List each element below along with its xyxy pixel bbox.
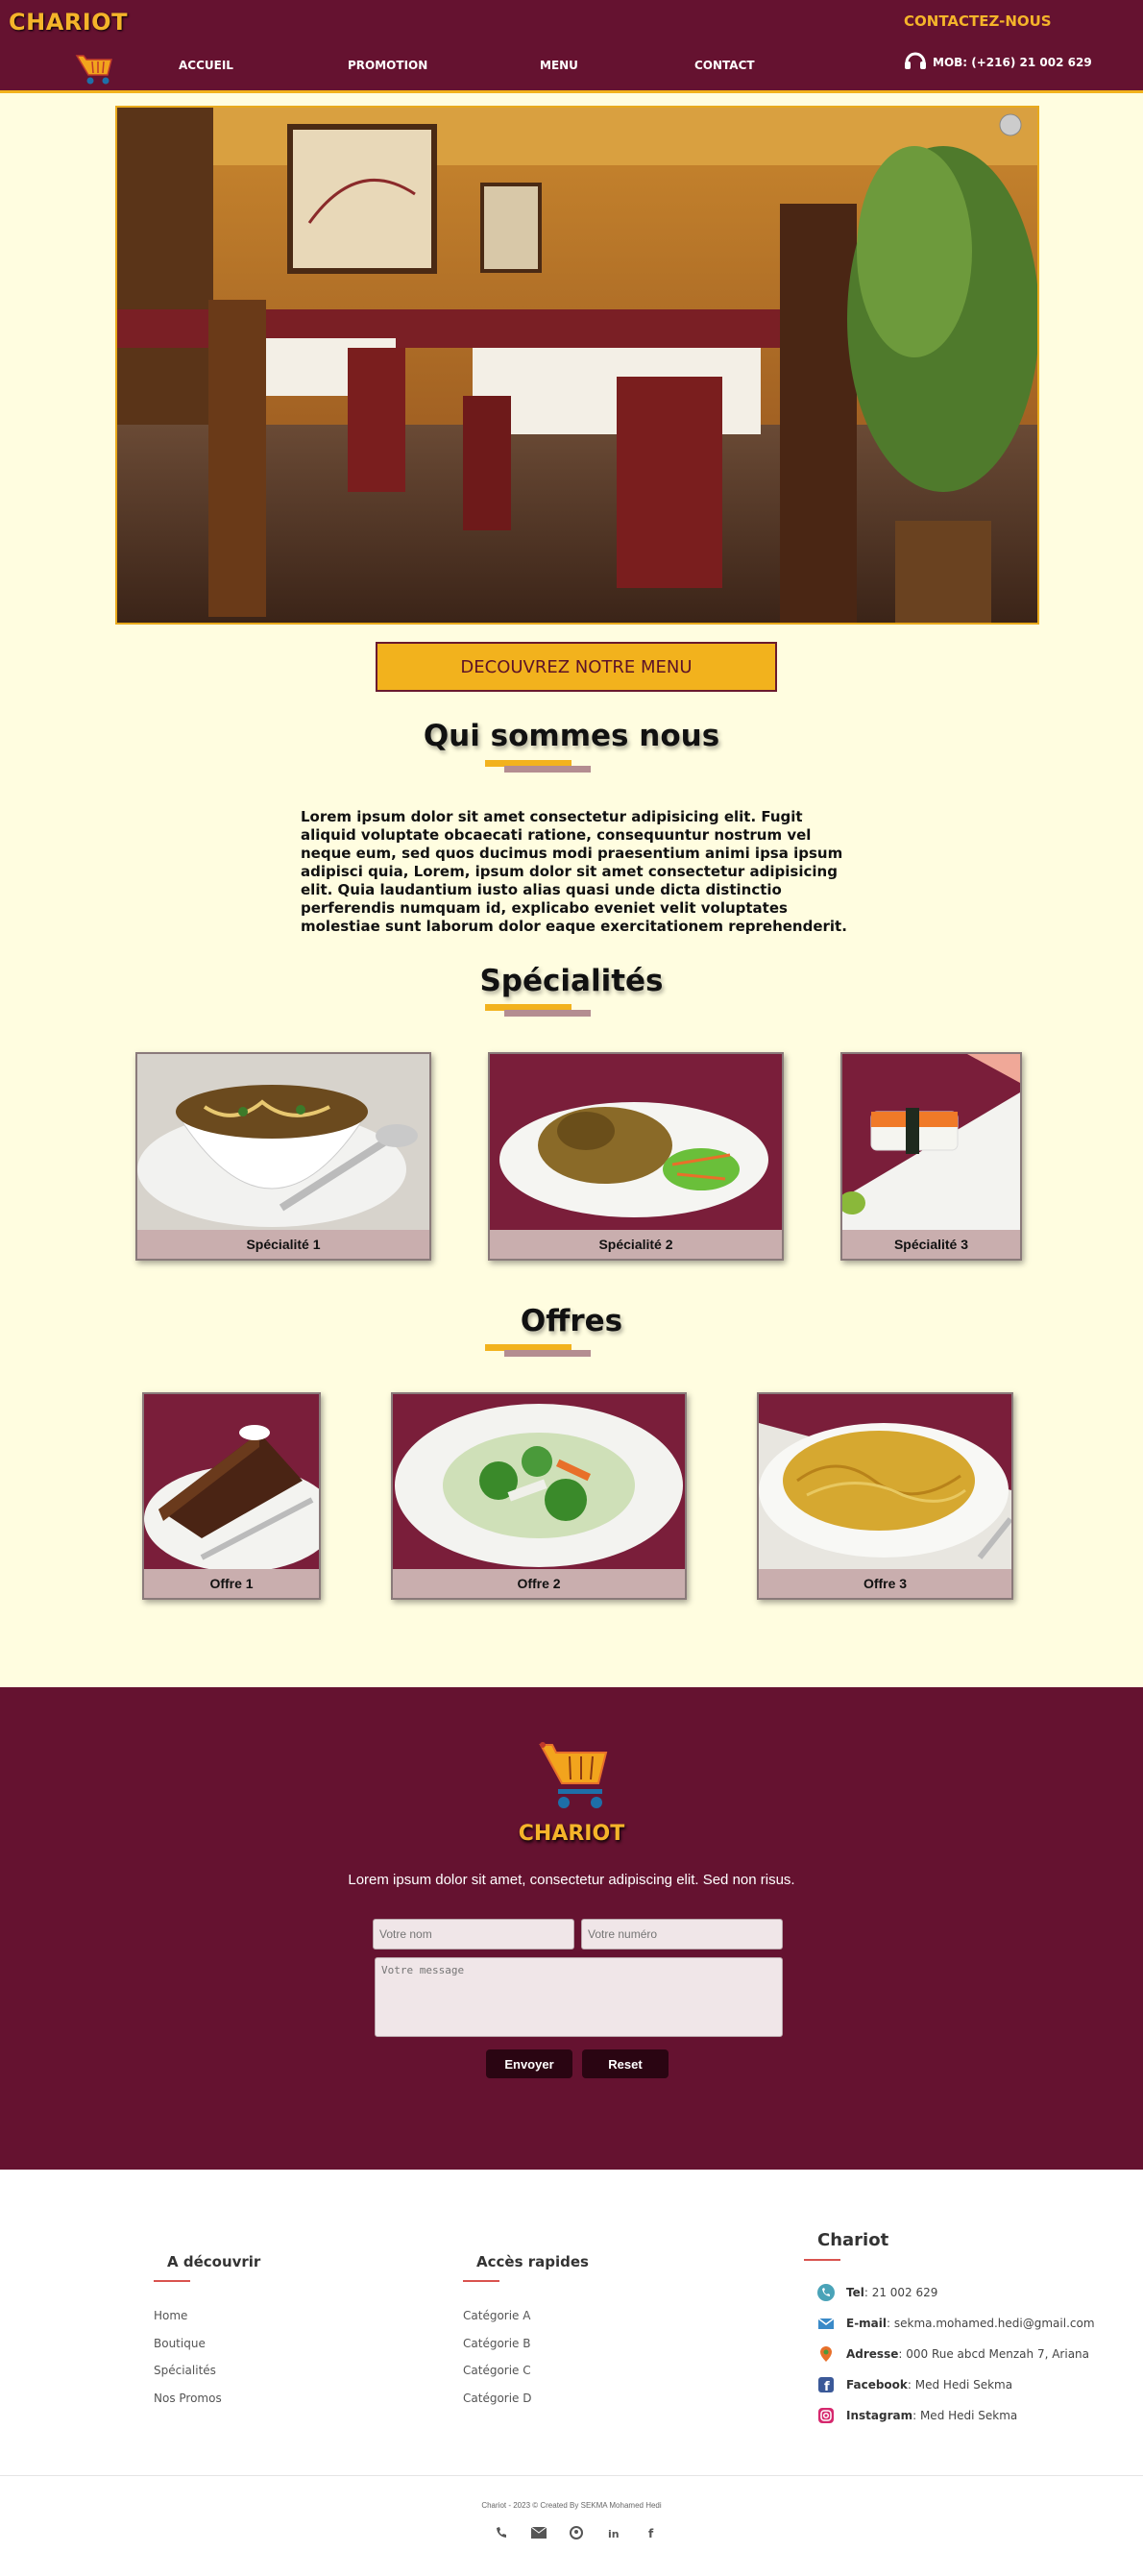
svg-text:f: f: [824, 2380, 830, 2393]
email-icon: [817, 2315, 835, 2332]
contact-brand: CHARIOT: [518, 1822, 625, 1846]
specialty-card-1[interactable]: Spécialité 1: [135, 1052, 431, 1261]
social-links: in f: [494, 2525, 659, 2540]
footer-col1-title: A découvrir: [167, 2253, 261, 2270]
footer-email: E-mail: sekma.mohamed.hedi@gmail.com: [817, 2315, 1095, 2332]
svg-text:in: in: [608, 2528, 620, 2539]
nav-promotion[interactable]: PROMOTION: [348, 59, 427, 72]
message-textarea[interactable]: [375, 1957, 783, 2037]
footer-link-categorie-c[interactable]: Catégorie C: [463, 2364, 531, 2377]
footer-facebook-label: Facebook: [846, 2378, 908, 2392]
offer-label: Offre 3: [759, 1569, 1011, 1598]
chicken-vegetables-image: [393, 1394, 685, 1569]
phone-icon[interactable]: [494, 2525, 509, 2540]
chocolate-cake-image: [144, 1394, 319, 1572]
footer-instagram-value[interactable]: Med Hedi Sekma: [920, 2409, 1017, 2422]
chicken-plate-image: [490, 1054, 782, 1230]
contact-us-link[interactable]: CONTACTEZ-NOUS: [904, 12, 1052, 30]
brand-logo-text[interactable]: CHARIOT: [9, 9, 128, 36]
nav-menu[interactable]: MENU: [540, 59, 578, 72]
footer-link-home[interactable]: Home: [154, 2309, 187, 2322]
footer-email-value[interactable]: sekma.mohamed.hedi@gmail.com: [894, 2317, 1095, 2330]
copyright-text: Chariot - 2023 © Created By SEKMA Mohame…: [481, 2501, 662, 2510]
facebook-icon[interactable]: f: [644, 2525, 659, 2540]
offer-card-3[interactable]: Offre 3: [757, 1392, 1013, 1600]
footer-divider: [0, 2475, 1143, 2476]
footer-tel-value: 21 002 629: [871, 2286, 938, 2299]
header-phone-text: MOB: (+216) 21 002 629: [933, 55, 1092, 69]
offer-card-1[interactable]: Offre 1: [142, 1392, 321, 1600]
offer-card-2[interactable]: Offre 2: [391, 1392, 687, 1600]
facebook-icon: f: [817, 2376, 835, 2393]
send-button[interactable]: Envoyer: [486, 2049, 572, 2078]
offer-label: Offre 2: [393, 1569, 685, 1598]
footer-col2-title: Accès rapides: [476, 2253, 589, 2270]
offers-title: Offres: [520, 1304, 623, 1338]
noodles-plate-image: [759, 1394, 1011, 1569]
footer-col3-title: Chariot: [817, 2230, 889, 2250]
footer-link-specialites[interactable]: Spécialités: [154, 2364, 216, 2377]
nav-contact[interactable]: CONTACT: [694, 59, 755, 72]
footer-address-label: Adresse: [846, 2347, 899, 2361]
nav-accueil[interactable]: ACCUEIL: [179, 59, 233, 72]
mail-icon[interactable]: [531, 2525, 547, 2540]
about-title: Qui sommes nous: [423, 719, 720, 753]
discover-menu-button[interactable]: DECOUVREZ NOTRE MENU: [376, 642, 777, 692]
linkedin-icon[interactable]: in: [606, 2525, 621, 2540]
title-underline-shadow: [504, 1350, 591, 1357]
footer-instagram: Instagram: Med Hedi Sekma: [817, 2407, 1017, 2424]
noodle-soup-image: [137, 1054, 429, 1230]
footer-link-boutique[interactable]: Boutique: [154, 2337, 206, 2350]
specialty-card-2[interactable]: Spécialité 2: [488, 1052, 784, 1261]
footer-link-promos[interactable]: Nos Promos: [154, 2392, 222, 2405]
headset-icon: [904, 50, 927, 74]
svg-text:f: f: [648, 2527, 654, 2539]
hero-restaurant-image: [115, 106, 1039, 625]
cart-icon[interactable]: [75, 52, 115, 91]
specialties-title: Spécialités: [479, 964, 664, 998]
footer-address: Adresse: 000 Rue abcd Menzah 7, Ariana: [817, 2345, 1089, 2363]
specialty-label: Spécialité 2: [490, 1230, 782, 1259]
title-underline-shadow: [504, 1010, 591, 1017]
footer-facebook: f Facebook: Med Hedi Sekma: [817, 2376, 1012, 2393]
footer-address-value: 000 Rue abcd Menzah 7, Ariana: [906, 2347, 1090, 2361]
specialty-label: Spécialité 1: [137, 1230, 429, 1259]
specialty-label: Spécialité 3: [842, 1230, 1020, 1259]
phone-icon: [817, 2284, 835, 2301]
footer-instagram-label: Instagram: [846, 2409, 913, 2422]
footer-link-categorie-a[interactable]: Catégorie A: [463, 2309, 530, 2322]
instagram-icon: [817, 2407, 835, 2424]
footer-link-categorie-d[interactable]: Catégorie D: [463, 2392, 531, 2405]
offer-label: Offre 1: [144, 1569, 319, 1598]
footer-facebook-value[interactable]: Med Hedi Sekma: [915, 2378, 1012, 2392]
header-phone: MOB: (+216) 21 002 629: [904, 50, 1092, 74]
name-input[interactable]: [373, 1919, 574, 1950]
cart-logo-icon: [537, 1739, 614, 1821]
title-underline-shadow: [504, 766, 591, 773]
location-pin-icon: [817, 2345, 835, 2363]
footer-email-label: E-mail: [846, 2317, 888, 2330]
footer-title-underline: [804, 2259, 840, 2261]
contact-text: Lorem ipsum dolor sit amet, consectetur …: [348, 1872, 795, 1888]
footer-tel-label: Tel: [846, 2286, 864, 2299]
reset-button[interactable]: Reset: [582, 2049, 669, 2078]
specialty-card-3[interactable]: Spécialité 3: [840, 1052, 1022, 1261]
footer-title-underline: [154, 2280, 190, 2282]
github-icon[interactable]: [569, 2525, 584, 2540]
about-text: Lorem ipsum dolor sit amet consectetur a…: [301, 808, 847, 935]
footer-link-categorie-b[interactable]: Catégorie B: [463, 2337, 530, 2350]
footer-tel: Tel: 21 002 629: [817, 2284, 937, 2301]
footer-title-underline: [463, 2280, 499, 2282]
number-input[interactable]: [581, 1919, 783, 1950]
sushi-image: [842, 1054, 1020, 1230]
